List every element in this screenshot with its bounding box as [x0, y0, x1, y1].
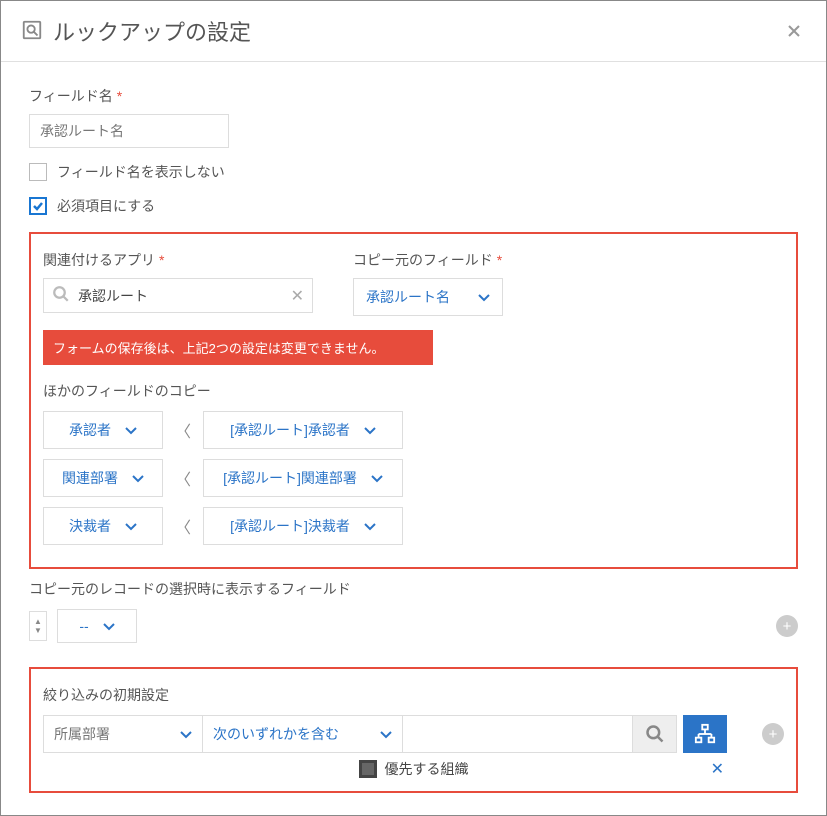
- filter-field-dropdown[interactable]: 所属部署: [43, 715, 203, 753]
- copy-source-label: コピー元のフィールド: [353, 250, 493, 270]
- link-app-value: 承認ルート: [78, 286, 283, 306]
- field-name-label: フィールド名: [29, 86, 113, 106]
- chevron-down-icon: [132, 470, 144, 486]
- arrow-left-icon: 〈: [175, 466, 191, 490]
- filter-chip: 優先する組織: [359, 759, 469, 779]
- add-display-field-button[interactable]: +: [776, 615, 798, 637]
- chevron-down-icon: [380, 726, 392, 742]
- chevron-down-icon: [125, 518, 137, 534]
- filter-org-picker-button[interactable]: [683, 715, 727, 753]
- filter-operator-value: 次のいずれかを含む: [213, 724, 339, 744]
- field-name-input[interactable]: [29, 114, 229, 148]
- link-app-label: 関連付けるアプリ: [43, 250, 155, 270]
- chevron-down-icon: [478, 289, 490, 305]
- required-mark: *: [117, 88, 122, 104]
- required-mark: *: [497, 252, 502, 268]
- search-icon: [52, 285, 70, 306]
- filter-value-input[interactable]: [403, 715, 633, 753]
- copy-dst-value: 承認者: [69, 420, 111, 440]
- close-button[interactable]: [782, 19, 806, 43]
- copy-source-value: 承認ルート名: [366, 287, 450, 307]
- chevron-down-icon: [371, 470, 383, 486]
- hide-field-name-checkbox[interactable]: [29, 163, 47, 181]
- other-copy-label: ほかのフィールドのコピー: [43, 381, 784, 401]
- filter-frame: 絞り込みの初期設定 所属部署 次のいずれかを含む: [29, 667, 798, 793]
- copy-dst-dropdown[interactable]: 承認者: [43, 411, 163, 449]
- filter-operator-dropdown[interactable]: 次のいずれかを含む: [203, 715, 403, 753]
- copy-src-value: [承認ルート]承認者: [230, 420, 350, 440]
- dialog-title: ルックアップの設定: [53, 15, 251, 47]
- clear-icon[interactable]: ✕: [291, 286, 304, 306]
- copy-src-dropdown[interactable]: [承認ルート]承認者: [203, 411, 403, 449]
- link-app-frame: 関連付けるアプリ * 承認ルート ✕ コピー元のフィールド *: [29, 232, 798, 569]
- copy-src-value: [承認ルート]決裁者: [230, 516, 350, 536]
- display-field-value: --: [79, 618, 88, 634]
- filter-chip-label: 優先する組織: [385, 759, 469, 779]
- hide-field-name-label: フィールド名を表示しない: [57, 162, 225, 182]
- warning-banner: フォームの保存後は、上記2つの設定は変更できません。: [43, 330, 433, 365]
- chevron-down-icon: [364, 518, 376, 534]
- dialog-header: ルックアップの設定: [1, 1, 826, 62]
- display-field-dropdown[interactable]: --: [57, 609, 137, 643]
- copy-src-dropdown[interactable]: [承認ルート]決裁者: [203, 507, 403, 545]
- copy-src-dropdown[interactable]: [承認ルート]関連部署: [203, 459, 403, 497]
- copy-dst-dropdown[interactable]: 関連部署: [43, 459, 163, 497]
- filter-search-button[interactable]: [633, 715, 677, 753]
- lookup-icon: [21, 19, 43, 44]
- org-icon: [359, 760, 377, 778]
- filter-label: 絞り込みの初期設定: [43, 685, 784, 705]
- arrow-left-icon: 〈: [175, 418, 191, 442]
- add-filter-button[interactable]: +: [762, 723, 784, 745]
- chevron-down-icon: [180, 726, 192, 742]
- copy-source-dropdown[interactable]: 承認ルート名: [353, 278, 503, 316]
- filter-chip-remove[interactable]: ✕: [711, 759, 724, 779]
- chevron-down-icon: [364, 422, 376, 438]
- display-fields-label: コピー元のレコードの選択時に表示するフィールド: [29, 579, 798, 599]
- copy-dst-value: 決裁者: [69, 516, 111, 536]
- copy-dst-dropdown[interactable]: 決裁者: [43, 507, 163, 545]
- required-checkbox-label: 必須項目にする: [57, 196, 155, 216]
- required-checkbox[interactable]: [29, 197, 47, 215]
- required-mark: *: [159, 252, 164, 268]
- arrow-left-icon: 〈: [175, 514, 191, 538]
- copy-dst-value: 関連部署: [62, 468, 118, 488]
- chevron-down-icon: [103, 618, 115, 634]
- filter-field-value: 所属部署: [54, 724, 110, 744]
- chevron-down-icon: [125, 422, 137, 438]
- sort-handle[interactable]: ▲▼: [29, 611, 47, 641]
- copy-src-value: [承認ルート]関連部署: [223, 468, 357, 488]
- link-app-picker[interactable]: 承認ルート ✕: [43, 278, 313, 313]
